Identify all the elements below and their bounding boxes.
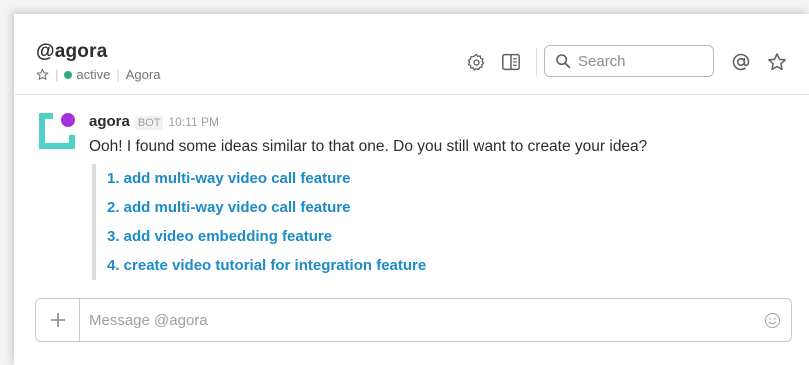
presence-dot-icon: [64, 70, 73, 79]
message-header: agora BOT 10:11 PM: [89, 113, 789, 131]
workspace-name: Agora: [125, 67, 161, 82]
gear-icon[interactable]: [466, 52, 486, 72]
add-attachment-button[interactable]: [36, 299, 80, 341]
suggestion-link[interactable]: 3. add video embedding feature: [107, 222, 789, 251]
sender-name[interactable]: agora: [89, 113, 130, 130]
smiley-icon: [764, 312, 781, 329]
sidebar-toggle-icon[interactable]: [501, 52, 521, 72]
star-icon[interactable]: [767, 52, 787, 72]
channel-title: @agora: [36, 41, 108, 62]
suggestion-link[interactable]: 1. add multi-way video call feature: [107, 164, 789, 193]
message-body: agora BOT 10:11 PM Ooh! I found some ide…: [89, 113, 789, 280]
suggestion-list: 1. add multi-way video call feature 2. a…: [92, 164, 789, 280]
channel-header: @agora | active | Agora: [14, 14, 809, 95]
message-timestamp[interactable]: 10:11 PM: [168, 115, 218, 129]
suggestion-link[interactable]: 4. create video tutorial for integration…: [107, 251, 789, 280]
search-icon: [555, 53, 571, 69]
message-input[interactable]: [80, 299, 753, 341]
emoji-button[interactable]: [753, 299, 791, 341]
message-text: Ooh! I found some ideas similar to that …: [89, 138, 648, 155]
channel-meta: | active | Agora: [36, 67, 160, 82]
search-input[interactable]: [576, 51, 710, 71]
meta-divider: |: [116, 67, 120, 82]
meta-divider: |: [55, 67, 59, 82]
at-icon[interactable]: [731, 52, 751, 72]
avatar[interactable]: [39, 113, 75, 149]
suggestion-link[interactable]: 2. add multi-way video call feature: [107, 193, 789, 222]
plus-icon: [50, 312, 66, 328]
favorite-star-icon[interactable]: [36, 68, 49, 81]
search-box[interactable]: [544, 45, 714, 77]
header-divider: [536, 48, 537, 76]
bot-badge: BOT: [134, 116, 164, 130]
message-composer: [35, 298, 792, 342]
chat-window: @agora | active | Agora Search agora BOT…: [14, 14, 809, 365]
presence-status: active: [76, 67, 111, 82]
